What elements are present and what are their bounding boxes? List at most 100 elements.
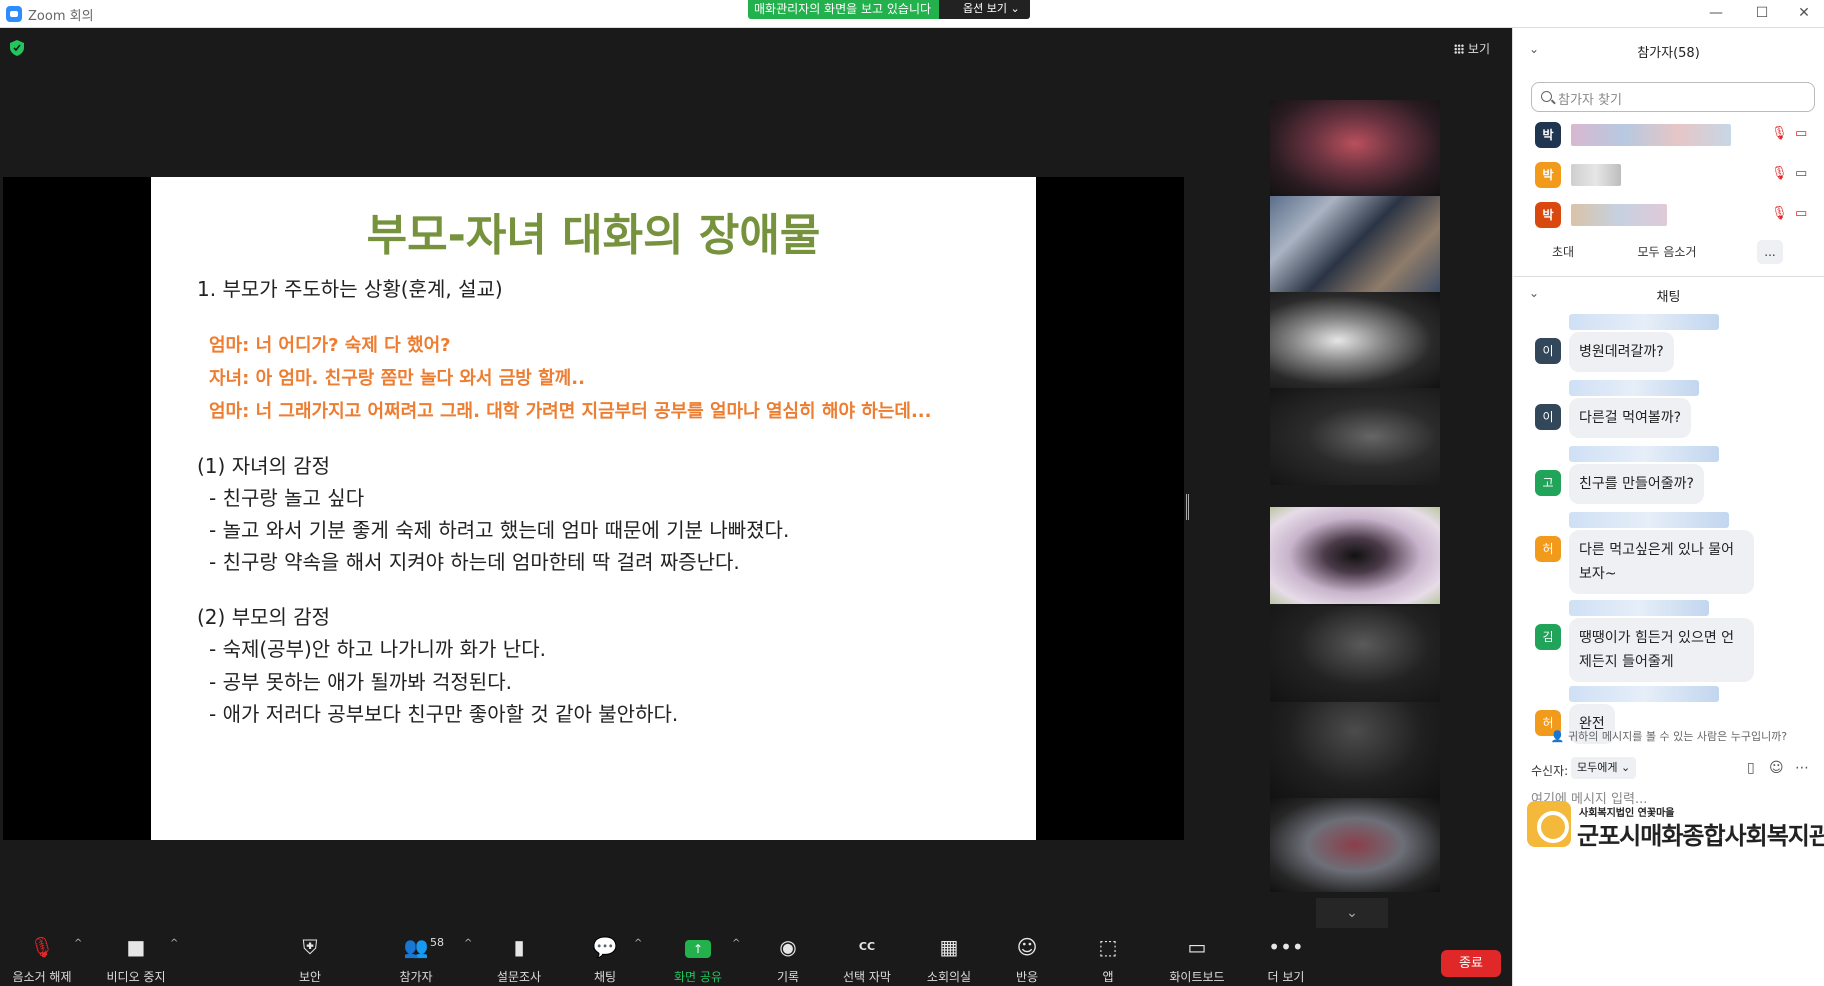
security-label: 보안 — [298, 970, 322, 984]
video-tile[interactable] — [1270, 196, 1440, 293]
resize-handle[interactable] — [1186, 494, 1189, 520]
emoji-icon[interactable]: ☺ — [1769, 760, 1784, 776]
section-item: - 친구랑 놀고 싶다 — [209, 486, 365, 510]
chat-message: 다른걸 먹여볼까? — [1569, 398, 1692, 438]
sender-name — [1569, 446, 1719, 462]
captions-button[interactable]: CC 선택 자막 — [842, 932, 892, 986]
section-item: - 숙제(공부)안 하고 나가니까 화가 난다. — [209, 637, 546, 661]
participant-row[interactable]: 박 🎙 ▭ — [1513, 202, 1824, 232]
record-button[interactable]: ◉ 기록 — [775, 932, 801, 986]
share-screen-button[interactable]: ↑ 화면 공유 ^ — [672, 932, 740, 986]
mute-all-button[interactable]: 모두 음소거 — [1625, 240, 1709, 264]
video-feed — [1270, 798, 1440, 892]
section-item: - 애가 저러다 공부보다 친구만 좋아할 것 같아 불안하다. — [209, 702, 679, 726]
section-title: (2) 부모의 감정 — [197, 605, 331, 629]
invite-button[interactable]: 초대 — [1541, 240, 1585, 264]
whiteboard-button[interactable]: ▭ 화이트보드 — [1166, 932, 1228, 986]
recipient-select[interactable]: 모두에게 ⌄ — [1571, 757, 1637, 779]
microphone-muted-icon: 🎙 — [1771, 206, 1788, 221]
end-meeting-button[interactable]: 종료 — [1441, 950, 1501, 977]
video-tile[interactable] — [1270, 702, 1440, 799]
participant-name — [1571, 204, 1667, 226]
stop-video-label: 비디오 중지 — [106, 970, 166, 984]
participant-search-input[interactable]: 참가자 찾기 — [1531, 82, 1815, 112]
breakout-rooms-label: 소회의실 — [926, 970, 972, 984]
avatar: 박 — [1535, 202, 1561, 228]
minimize-button[interactable]: — — [1696, 2, 1736, 24]
chevron-up-icon[interactable]: ^ — [464, 938, 472, 949]
more-options-button[interactable]: ... — [1757, 240, 1783, 264]
chat-button[interactable]: 💬 채팅 ^ — [592, 932, 643, 986]
maximize-button[interactable]: ☐ — [1742, 2, 1782, 24]
shield-icon[interactable] — [10, 40, 24, 56]
breakout-rooms-icon: ▦ — [939, 935, 959, 959]
close-window-button[interactable]: ✕ — [1784, 2, 1824, 24]
whiteboard-icon: ▭ — [1187, 935, 1207, 959]
reactions-button[interactable]: ☺ 반응 — [1014, 932, 1040, 986]
ellipsis-icon: ••• — [1268, 935, 1304, 959]
video-tile-active-speaker[interactable] — [1270, 507, 1440, 604]
video-tile[interactable] — [1270, 798, 1440, 892]
grid-icon — [1453, 44, 1464, 54]
video-tile[interactable] — [1270, 388, 1440, 485]
view-options-button[interactable]: 옵션 보기 ⌄ — [939, 0, 1030, 19]
who-can-see-text: 귀하의 메시지를 볼 수 있는 사람은 누구입니까? — [1568, 730, 1788, 743]
apps-icon: ⬚ — [1098, 935, 1118, 959]
chevron-up-icon[interactable]: ^ — [74, 938, 82, 949]
participant-row[interactable]: 박 🎙 ▭ — [1513, 122, 1824, 152]
microphone-muted-icon: 🎙 — [29, 935, 55, 959]
record-icon: ◉ — [779, 935, 797, 959]
video-tile[interactable] — [1270, 100, 1440, 197]
search-placeholder: 참가자 찾기 — [1558, 93, 1622, 108]
gallery-scroll-down-button[interactable]: ⌄ — [1316, 898, 1388, 928]
chevron-up-icon[interactable]: ^ — [732, 938, 740, 949]
ellipsis-icon[interactable]: ⋯ — [1795, 760, 1809, 776]
security-button[interactable]: ⛨ 보안 — [290, 932, 330, 986]
section-item: - 친구랑 약속을 해서 지켜야 하는데 엄마한테 딱 걸려 짜증난다. — [209, 550, 740, 574]
window-title: Zoom 회의 — [28, 9, 94, 24]
bar-chart-icon: ▮ — [513, 935, 525, 959]
chevron-up-icon[interactable]: ^ — [634, 938, 642, 949]
dialog-line: 엄마: 너 그래가지고 어쩌려고 그래. 대학 가려면 지금부터 공부를 얼마나… — [209, 401, 932, 422]
chat-label: 채팅 — [593, 970, 617, 984]
video-tile[interactable] — [1270, 606, 1440, 703]
more-button[interactable]: ••• 더 보기 — [1266, 932, 1306, 986]
participant-name — [1571, 124, 1731, 146]
chat-bubble-icon: 💬 — [592, 935, 618, 959]
slide-title: 부모-자녀 대화의 장애물 — [366, 210, 821, 261]
unmute-button[interactable]: 🎙 음소거 해제 ^ — [8, 932, 82, 986]
shield-icon: ⛨ — [302, 935, 318, 959]
video-feed — [1270, 196, 1440, 293]
apps-button[interactable]: ⬚ 앱 — [1098, 932, 1118, 986]
participants-button[interactable]: 👥 참가자 58 ^ — [394, 932, 472, 986]
video-tile[interactable] — [1270, 292, 1440, 389]
breakout-rooms-button[interactable]: ▦ 소회의실 — [924, 932, 974, 986]
view-button-label: 보기 — [1467, 42, 1490, 56]
video-feed — [1270, 100, 1440, 197]
share-status-text: 매화관리자의 화면을 보고 있습니다 — [748, 0, 940, 19]
who-can-see-link[interactable]: 👤 귀하의 메시지를 볼 수 있는 사람은 누구입니까? — [1513, 728, 1824, 744]
side-panel: ⌄ 참가자(58) 참가자 찾기 박 🎙 ▭ 박 🎙 ▭ 박 🎙 ▭ 초대 모두… — [1512, 28, 1824, 986]
captions-label: 선택 자막 — [843, 970, 891, 984]
participant-row[interactable]: 박 🎙 ▭ — [1513, 162, 1824, 192]
dialog-line: 엄마: 너 어디가? 숙제 다 했어? — [209, 335, 451, 356]
search-icon — [1541, 91, 1552, 102]
chat-message: 땡땡이가 힘든거 있으면 언제든지 들어줄게 — [1569, 618, 1754, 682]
participants-title: 참가자(58) — [1637, 46, 1700, 61]
view-button[interactable]: 보기 — [1453, 40, 1490, 57]
microphone-muted-icon: 🎙 — [1771, 126, 1788, 141]
chat-title: 채팅 — [1656, 290, 1681, 305]
meeting-toolbar: 🎙 음소거 해제 ^ ■ 비디오 중지 ^ ⛨ 보안 👥 참가자 58 ^ ▮ … — [0, 932, 1512, 986]
polls-button[interactable]: ▮ 설문조사 — [494, 932, 544, 986]
video-feed — [1270, 606, 1440, 703]
stop-video-button[interactable]: ■ 비디오 중지 ^ — [100, 932, 178, 986]
organization-logo: 사회복지법인 연꽃마을 군포시매화종합사회복지관 — [1527, 801, 1824, 851]
avatar: 허 — [1535, 536, 1561, 562]
avatar: 이 — [1535, 338, 1561, 364]
sender-name — [1569, 314, 1719, 330]
file-icon[interactable]: ▯ — [1747, 760, 1755, 776]
chevron-up-icon[interactable]: ^ — [170, 938, 178, 949]
sender-name — [1569, 600, 1709, 616]
reactions-label: 반응 — [1015, 970, 1039, 984]
smiley-icon: ☺ — [1016, 935, 1038, 959]
